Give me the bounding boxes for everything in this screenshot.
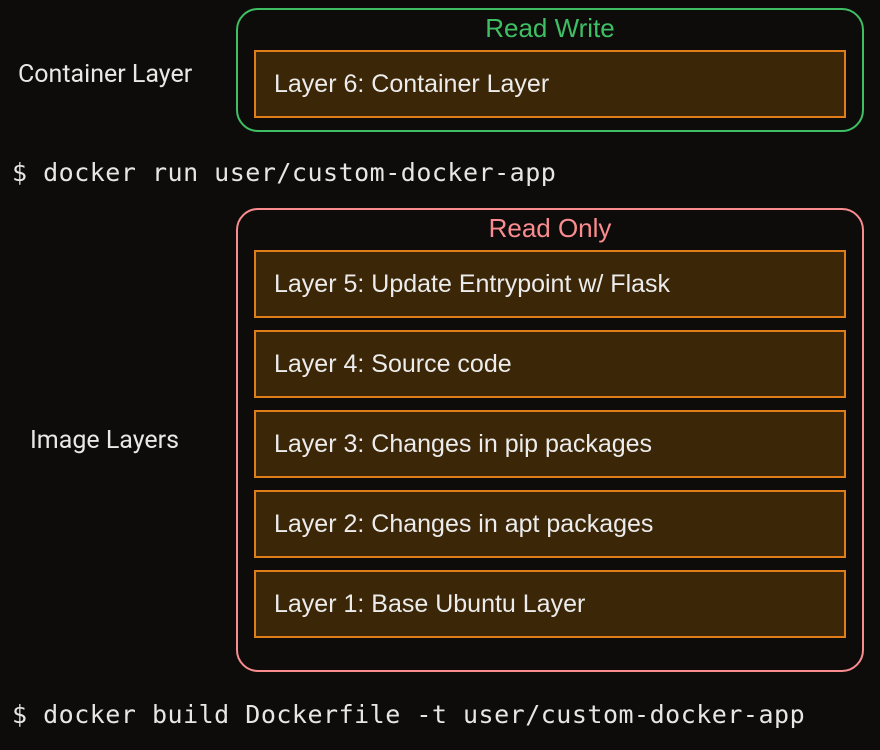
docker-run-command: $ docker run user/custom-docker-app xyxy=(12,158,556,187)
layer-2-apt: Layer 2: Changes in apt packages xyxy=(254,490,846,558)
read-write-group: Read Write Layer 6: Container Layer xyxy=(236,8,864,132)
read-only-title: Read Only xyxy=(238,213,862,244)
read-only-group: Read Only Layer 5: Update Entrypoint w/ … xyxy=(236,208,864,672)
docker-build-command: $ docker build Dockerfile -t user/custom… xyxy=(12,700,805,729)
layer-5-entrypoint: Layer 5: Update Entrypoint w/ Flask xyxy=(254,250,846,318)
layer-6-container: Layer 6: Container Layer xyxy=(254,50,846,118)
read-write-title: Read Write xyxy=(238,13,862,44)
layer-3-pip: Layer 3: Changes in pip packages xyxy=(254,410,846,478)
container-layer-label: Container Layer xyxy=(18,60,192,89)
image-layer-stack: Layer 5: Update Entrypoint w/ Flask Laye… xyxy=(254,250,846,638)
image-layers-label: Image Layers xyxy=(30,426,179,455)
container-layer-stack: Layer 6: Container Layer xyxy=(254,50,846,118)
layer-4-source: Layer 4: Source code xyxy=(254,330,846,398)
layer-1-base: Layer 1: Base Ubuntu Layer xyxy=(254,570,846,638)
